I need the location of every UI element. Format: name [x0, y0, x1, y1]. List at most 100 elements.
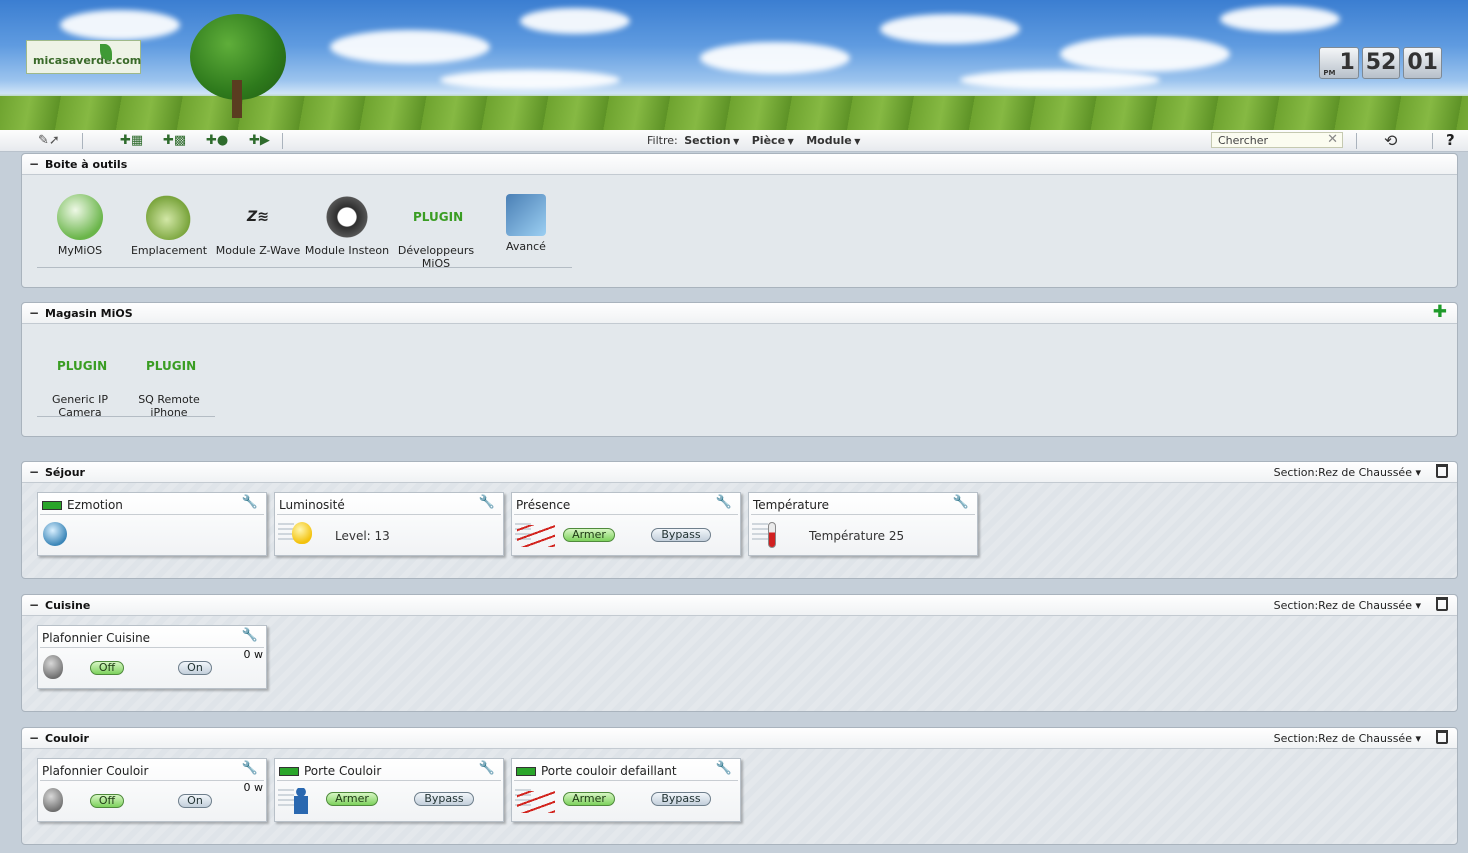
plugin-icon: PLUGIN	[146, 359, 197, 373]
globe-signpost-icon	[146, 194, 192, 240]
collapse-icon[interactable]: −	[29, 465, 39, 479]
person-icon	[294, 788, 308, 814]
add-device-icon[interactable]: ✚▩	[163, 132, 186, 149]
device-card[interactable]: Ezmotion 🔧	[37, 492, 267, 556]
device-card[interactable]: Porte couloir defaillant 🔧 Armer Bypass	[511, 758, 741, 822]
room-title: Séjour	[45, 466, 85, 479]
tool-emplacement[interactable]: Emplacement	[125, 194, 213, 257]
on-button[interactable]: On	[178, 661, 212, 675]
tool-label: Emplacement	[130, 244, 208, 257]
tool-insteon[interactable]: Module Insteon	[303, 194, 391, 257]
room-cuisine: − Cuisine Section:Rez de Chaussée ▾ Plaf…	[21, 594, 1458, 712]
device-name: Porte couloir defaillant	[541, 764, 677, 778]
section-selector[interactable]: Section:Rez de Chaussée ▾	[1274, 599, 1421, 612]
arm-button[interactable]: Armer	[563, 792, 615, 806]
on-button[interactable]: On	[178, 794, 212, 808]
device-card[interactable]: Température 🔧 Température 25	[748, 492, 978, 556]
trash-icon[interactable]	[1436, 730, 1448, 744]
device-name: Luminosité	[279, 498, 345, 512]
trash-icon[interactable]	[1436, 597, 1448, 611]
bypass-button[interactable]: Bypass	[651, 528, 711, 542]
power-reading: 0 w	[243, 648, 264, 661]
add-plugin-icon[interactable]: ✚	[1433, 304, 1447, 321]
tool-zwave[interactable]: Z≋ Module Z-Wave	[214, 194, 302, 257]
filter-module[interactable]: Module	[806, 134, 851, 147]
off-button[interactable]: Off	[90, 794, 124, 808]
laser-icon	[517, 791, 555, 813]
magnifier-icon	[506, 194, 546, 236]
header-banner: micasaverde.com PM 1 52 01	[0, 0, 1468, 130]
collapse-icon[interactable]: −	[29, 598, 39, 612]
motion-sensor-icon	[43, 522, 67, 546]
section-selector[interactable]: Section:Rez de Chaussée ▾	[1274, 466, 1421, 479]
collapse-icon[interactable]: −	[29, 731, 39, 745]
device-card[interactable]: Luminosité 🔧 Level: 13	[274, 492, 504, 556]
bypass-button[interactable]: Bypass	[414, 792, 474, 806]
filter-section[interactable]: Section	[684, 134, 730, 147]
wrench-icon[interactable]: 🔧	[953, 495, 969, 510]
laser-icon	[517, 525, 555, 547]
search-placeholder: Chercher	[1218, 134, 1269, 147]
clock-hour: 1	[1339, 50, 1355, 75]
tool-advanced[interactable]: Avancé	[482, 194, 570, 253]
wrench-icon[interactable]: 🔧	[716, 495, 732, 510]
logo[interactable]: micasaverde.com	[26, 40, 141, 74]
trash-icon[interactable]	[1436, 464, 1448, 478]
tool-label: Avancé	[506, 240, 546, 253]
tool-developers[interactable]: PLUGIN Développeurs MiOS	[392, 194, 480, 270]
wrench-icon[interactable]: 🔧	[242, 628, 258, 643]
battery-icon	[42, 501, 62, 510]
add-room-icon[interactable]: ✚▦	[120, 132, 143, 149]
add-scene-icon[interactable]: ✚▶	[249, 132, 270, 149]
store-item[interactable]: PLUGIN Generic IP Camera	[36, 343, 124, 419]
wrench-icon[interactable]: 🔧	[479, 495, 495, 510]
toolbox-title: Boite à outils	[45, 158, 128, 171]
tool-label: Module Z-Wave	[215, 244, 301, 257]
device-status: Température 25	[809, 529, 905, 543]
power-reading: 0 w	[243, 781, 264, 794]
add-sensor-icon[interactable]: ✚●	[206, 132, 228, 149]
wrench-icon[interactable]: 🔧	[242, 495, 258, 510]
store-title: Magasin MiOS	[45, 307, 133, 320]
section-selector[interactable]: Section:Rez de Chaussée ▾	[1274, 732, 1421, 745]
filter-bar: Filtre: Section ▼ Pièce ▼ Module ▼	[647, 134, 861, 147]
bulb-off-icon	[43, 655, 63, 679]
wrench-icon[interactable]: 🔧	[716, 761, 732, 776]
device-card[interactable]: Plafonnier Cuisine 🔧 0 w Off On	[37, 625, 267, 689]
bulb-off-icon	[43, 788, 63, 812]
store-panel: − Magasin MiOS ✚ PLUGIN Generic IP Camer…	[21, 302, 1458, 437]
device-name: Ezmotion	[67, 498, 123, 512]
tool-mymios[interactable]: MyMiOS	[36, 194, 124, 257]
room-couloir: − Couloir Section:Rez de Chaussée ▾ Plaf…	[21, 727, 1458, 845]
device-name: Plafonnier Cuisine	[42, 631, 151, 645]
device-card[interactable]: Porte Couloir 🔧 Armer Bypass	[274, 758, 504, 822]
bypass-button[interactable]: Bypass	[651, 792, 711, 806]
magic-wand-icon[interactable]: ✎➚	[38, 132, 60, 149]
refresh-icon[interactable]: ⟲	[1384, 131, 1397, 150]
thermometer-icon	[768, 522, 776, 548]
search-input[interactable]: Chercher ✕	[1211, 132, 1343, 148]
collapse-icon[interactable]: −	[29, 306, 39, 320]
room-title: Cuisine	[45, 599, 91, 612]
clock-second: 01	[1403, 47, 1442, 79]
battery-icon	[516, 767, 536, 776]
wrench-icon[interactable]: 🔧	[242, 761, 258, 776]
toolbox-panel: − Boite à outils MyMiOS Emplacement Z≋ M…	[21, 153, 1458, 288]
device-card[interactable]: Présence 🔧 Armer Bypass	[511, 492, 741, 556]
wrench-icon[interactable]: 🔧	[479, 761, 495, 776]
home-icon	[57, 194, 103, 240]
battery-icon	[279, 767, 299, 776]
logo-text: micasaverde.com	[33, 54, 142, 67]
collapse-icon[interactable]: −	[29, 157, 39, 171]
device-name: Porte Couloir	[304, 764, 382, 778]
filter-label: Filtre:	[647, 134, 678, 147]
arm-button[interactable]: Armer	[563, 528, 615, 542]
store-item[interactable]: PLUGIN SQ Remote iPhone	[125, 343, 213, 419]
off-button[interactable]: Off	[90, 661, 124, 675]
help-icon[interactable]: ?	[1446, 131, 1455, 149]
device-card[interactable]: Plafonnier Couloir 🔧 0 w Off On	[37, 758, 267, 822]
filter-piece[interactable]: Pièce	[752, 134, 785, 147]
device-name: Plafonnier Couloir	[42, 764, 149, 778]
clear-search-icon[interactable]: ✕	[1327, 132, 1338, 147]
arm-button[interactable]: Armer	[326, 792, 378, 806]
